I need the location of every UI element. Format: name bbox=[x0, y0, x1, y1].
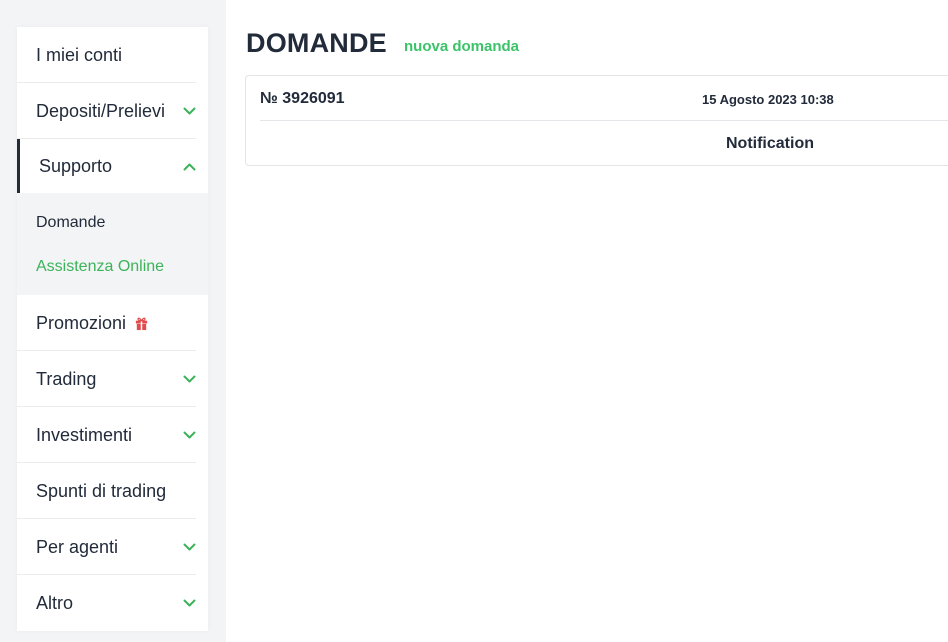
sidebar-item-for-agents[interactable]: Per agenti bbox=[17, 519, 208, 575]
gift-icon bbox=[134, 316, 149, 331]
sidebar-item-deposits-withdrawals[interactable]: Depositi/Prelievi bbox=[17, 83, 208, 139]
sidebar-item-trading[interactable]: Trading bbox=[17, 351, 208, 407]
sidebar-item-my-accounts[interactable]: I miei conti bbox=[17, 27, 208, 83]
submenu-item-questions[interactable]: Domande bbox=[17, 201, 208, 245]
sidebar-item-label: Supporto bbox=[39, 155, 113, 176]
sidebar-item-label: I miei conti bbox=[36, 44, 123, 65]
ticket-date: 15 Agosto 2023 10:38 bbox=[702, 92, 834, 107]
support-submenu: Domande Assistenza Online bbox=[17, 193, 208, 295]
chevron-down-icon bbox=[182, 540, 196, 554]
chevron-down-icon bbox=[182, 104, 196, 118]
promotions-label-group: Promozioni bbox=[36, 313, 149, 334]
sidebar-nav: I miei conti Depositi/Prelievi Supporto … bbox=[17, 27, 208, 631]
sidebar-item-promotions[interactable]: Promozioni bbox=[17, 295, 208, 351]
submenu-item-online-assistance[interactable]: Assistenza Online bbox=[17, 245, 208, 289]
sidebar-item-label: Spunti di trading bbox=[36, 480, 167, 501]
sidebar-item-label: Per agenti bbox=[36, 536, 119, 557]
sidebar-item-label: Investimenti bbox=[36, 424, 133, 445]
submenu-item-label: Domande bbox=[36, 214, 106, 231]
sidebar-item-investments[interactable]: Investimenti bbox=[17, 407, 208, 463]
ticket-card[interactable]: № 3926091 15 Agosto 2023 10:38 Notificat… bbox=[245, 75, 948, 166]
ticket-subject: Notification bbox=[726, 135, 814, 152]
sidebar-item-other[interactable]: Altro bbox=[17, 575, 208, 631]
new-question-link[interactable]: nuova domanda bbox=[404, 38, 519, 55]
sidebar-item-label: Depositi/Prelievi bbox=[36, 100, 166, 121]
chevron-down-icon bbox=[182, 428, 196, 442]
chevron-up-icon bbox=[182, 159, 196, 173]
sidebar-item-label: Promozioni bbox=[36, 312, 127, 333]
sidebar-item-trading-ideas[interactable]: Spunti di trading bbox=[17, 463, 208, 519]
sidebar-item-label: Trading bbox=[36, 368, 97, 389]
chevron-down-icon bbox=[182, 596, 196, 610]
page-title: DOMANDE bbox=[246, 28, 387, 58]
ticket-number: № 3926091 bbox=[260, 90, 345, 107]
ticket-header-row: № 3926091 15 Agosto 2023 10:38 bbox=[260, 76, 948, 121]
sidebar-item-label: Altro bbox=[36, 592, 74, 613]
chevron-down-icon bbox=[182, 372, 196, 386]
submenu-item-label: Assistenza Online bbox=[36, 258, 165, 275]
sidebar-item-support[interactable]: Supporto bbox=[17, 139, 208, 193]
